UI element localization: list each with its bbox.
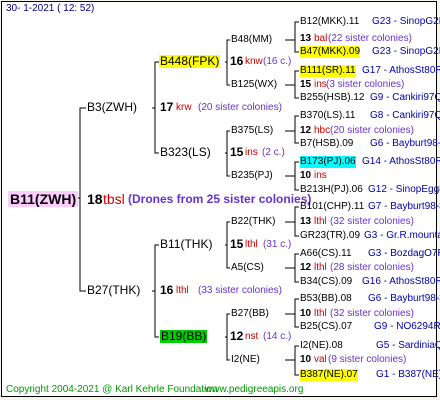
gen2-tag: knw [245, 56, 263, 67]
gen3-tag: bal [314, 33, 328, 44]
gen3-num: 12 [300, 125, 312, 136]
gen3-queen: B375(LS) [231, 125, 274, 136]
gen4-queen: B53(BB).08 [300, 293, 352, 304]
gen2-colonies: (16 c.) [263, 56, 292, 67]
gen3-tag: lthl [314, 308, 327, 319]
gen4-line: G12 - SinopEgg86R [368, 184, 440, 195]
gen3-queen: B125(WX) [231, 79, 278, 90]
gen2-tag: nst [245, 331, 259, 342]
gen2-num: 16 [230, 54, 244, 68]
gen4-line: G7 - Bayburt98-3 [368, 201, 440, 212]
gen3-queen: I2(NE) [231, 354, 260, 365]
gen2-colonies: (31 c.) [263, 239, 292, 250]
root-tag: tbsl [103, 191, 125, 207]
gen3-queen: B22(THK) [231, 216, 276, 227]
gen3-tag: val [314, 354, 327, 365]
gen4-queen: B25(CS).07 [300, 321, 353, 332]
gen4-line: G14 - AthosSt80R [362, 156, 440, 167]
gen3-num: 10 [300, 170, 312, 181]
gen2-colonies: (14 c.) [263, 331, 292, 342]
gen2-tag: lthl [245, 239, 258, 250]
gen4-line: G1 - B387(NE) [376, 369, 440, 380]
gen2-queen-b448: B448(FPK) [159, 54, 221, 68]
gen3-colonies: (28 sister colonies) [330, 262, 414, 273]
gen3-colonies: (20 sister colonies) [330, 125, 414, 136]
gen3-num: 10 [300, 308, 312, 319]
gen4-line: G8 - Cankiri97Q [370, 110, 440, 121]
gen4-line: G17 - AthosSt80R [362, 65, 440, 76]
gen1-colonies: (33 sister colonies) [198, 285, 282, 296]
pedigree-canvas: 30- 1-2021 ( 12: 52) B11(ZWH) 18 tbsl (D… [0, 0, 440, 400]
gen4-line: G3 - Gr.R.mounta [364, 230, 440, 241]
gen2-num: 12 [230, 329, 244, 343]
footer-site-link[interactable]: www.pedigreeapis.org [205, 384, 303, 396]
gen3-tag: lthl [314, 216, 327, 227]
root-num: 18 [87, 191, 103, 207]
link-b27 [152, 244, 159, 338]
gen3-queen: A5(CS) [231, 262, 264, 273]
gen3-colonies: (3 sister colonies) [326, 79, 405, 90]
gen4-queen: B34(CS).09 [300, 276, 353, 287]
gen2-queen-b323: B323(LS) [160, 145, 211, 159]
gen3-tag: ins [314, 79, 327, 90]
gen4-queen: B370(LS).11 [300, 110, 356, 121]
gen4-queen: B255(HSB).12 [300, 92, 365, 103]
gen1-colonies: (20 sister colonies) [198, 102, 282, 113]
root-queen: B11(ZWH) [8, 191, 79, 207]
gen3-queen: B48(MM) [231, 34, 273, 45]
gen4-line: G3 - BozdagO7R [368, 248, 440, 259]
gen3-num: 15 [300, 79, 312, 90]
gen4-queen: B101(CHP).11 [300, 201, 365, 212]
gen3-tag: hbc [314, 125, 331, 136]
gen4-queen: B12(MKK).11 [300, 16, 360, 27]
gen2-queen-b19: B19(BB) [160, 329, 208, 343]
gen3-num: 10 [300, 354, 312, 365]
gen3-colonies: (9 sister colonies) [328, 354, 407, 365]
gen1-tag: krw [176, 102, 192, 113]
gen4-queen: B111(SR).11 [300, 65, 356, 77]
gen4-line: G9 - Cankiri97Q [370, 92, 440, 103]
gen1-num: 16 [160, 283, 174, 297]
gen4-queen: B213H(PJ).06 [300, 184, 363, 195]
gen4-queen: GR23(TR).09 [300, 230, 361, 241]
gen1-num: 17 [160, 100, 174, 114]
gen3-tag: ins [314, 170, 327, 181]
gen1-tag: lthl [176, 285, 189, 296]
gen2-num: 15 [230, 237, 244, 251]
gen4-line: G23 - SinopG2R [372, 16, 440, 27]
gen2-queen-b11thk: B11(THK) [160, 237, 213, 251]
gen4-queen: B47(MKK).09 [300, 46, 361, 58]
footer-copyright: Copyright 2004-2021 @ Karl Kehrle Founda… [6, 384, 218, 395]
gen3-num: 13 [300, 216, 312, 227]
gen4-queen: B173(PJ).06 [300, 156, 356, 168]
gen4-line: G16 - AthosSt80R [362, 276, 440, 287]
header-date: 30- 1-2021 ( 12: 52) [6, 3, 95, 14]
gen1-queen-b27: B27(THK) [87, 283, 141, 297]
gen2-num: 15 [230, 145, 244, 159]
gen4-queen: B7(HSB).09 [300, 138, 354, 149]
gen4-line: G9 - NO6294R [374, 321, 440, 332]
gen4-line: G5 - SardiniaQ [376, 340, 440, 351]
root-colonies: (Drones from 25 sister colonies) [128, 192, 312, 206]
gen4-queen: B387(NE).07 [300, 369, 358, 381]
gen3-colonies: (32 sister colonies) [330, 216, 414, 227]
gen4-line: G6 - Bayburt98-3 [370, 138, 440, 149]
gen3-colonies: (22 sister colonies) [328, 33, 412, 44]
gen1-queen-b3: B3(ZWH) [87, 100, 137, 114]
gen4-line: G6 - Bayburt98-3 [368, 293, 440, 304]
gen4-queen: I2(NE).08 [300, 340, 343, 351]
link-b3 [152, 61, 159, 154]
gen4-queen: A66(CS).11 [300, 248, 352, 259]
gen4-line: G23 - SinopG2R [372, 46, 440, 57]
gen3-queen: B235(PJ) [231, 170, 273, 181]
gen3-tag: lthl [314, 262, 327, 273]
gen3-num: 13 [300, 33, 312, 44]
gen3-colonies: (32 sister colonies) [330, 308, 414, 319]
gen3-num: 12 [300, 262, 312, 273]
gen2-tag: ins [245, 147, 258, 158]
gen3-queen: B27(BB) [231, 308, 269, 319]
gen2-colonies: (2 c.) [262, 147, 285, 158]
